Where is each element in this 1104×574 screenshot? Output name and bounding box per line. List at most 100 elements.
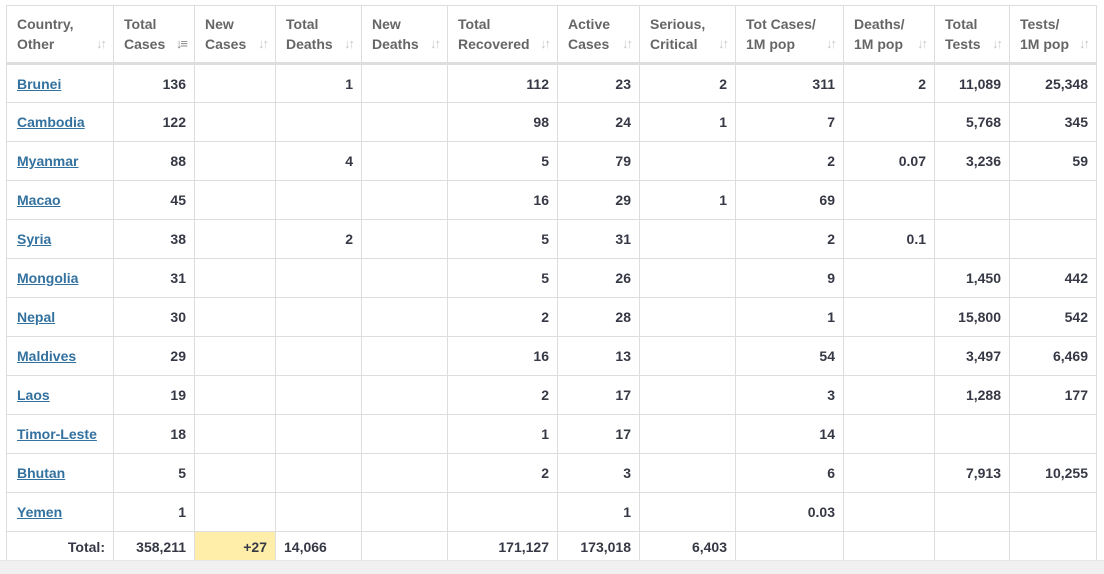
table-row: Maldives 29 16 13 54 3,497 6,469 [6, 336, 1097, 376]
sort-icon[interactable]: ↓↑ [258, 34, 269, 54]
sort-icon[interactable]: ↓↑ [622, 34, 633, 54]
column-header-serious[interactable]: Serious, Critical ↓↑ [639, 5, 736, 64]
cell-total_deaths [275, 492, 362, 532]
sort-icon[interactable]: ↓↑ [992, 34, 1003, 54]
cell-cases_per_m: 0.03 [735, 492, 844, 532]
cell-country: Nepal [6, 297, 114, 337]
cell-new_deaths [361, 63, 448, 103]
total-total_cases: 358,211 [113, 531, 195, 562]
country-link[interactable]: Mongolia [17, 270, 78, 286]
country-link[interactable]: Myanmar [17, 153, 78, 169]
cell-total_deaths [275, 453, 362, 493]
cell-total_deaths: 4 [275, 141, 362, 181]
cell-tests_per_m: 442 [1009, 258, 1097, 298]
column-header-active_cases[interactable]: Active Cases ↓↑ [557, 5, 640, 64]
cell-total_tests: 3,497 [934, 336, 1010, 376]
cell-total_recovered: 5 [447, 219, 558, 259]
cell-cases_per_m: 1 [735, 297, 844, 337]
sort-icon[interactable]: ↓↑ [826, 34, 837, 54]
sort-icon[interactable]: ↓↑ [540, 34, 551, 54]
country-link[interactable]: Maldives [17, 348, 76, 364]
cell-cases_per_m: 311 [735, 63, 844, 103]
cell-deaths_per_m [843, 414, 935, 454]
column-header-cases_per_m[interactable]: Tot Cases/ 1M pop ↓↑ [735, 5, 844, 64]
cell-total_deaths [275, 102, 362, 142]
sort-icon[interactable]: ↓↑ [718, 34, 729, 54]
column-header-label: Total Recovered [458, 16, 530, 52]
cell-country: Laos [6, 375, 114, 415]
total-new_deaths [361, 531, 448, 562]
column-header-deaths_per_m[interactable]: Deaths/ 1M pop ↓↑ [843, 5, 935, 64]
table-row: Cambodia 122 98 24 1 7 5,768 345 [6, 102, 1097, 142]
column-header-total_tests[interactable]: Total Tests ↓↑ [934, 5, 1010, 64]
horizontal-scrollbar[interactable] [0, 560, 1104, 574]
cell-tests_per_m [1009, 219, 1097, 259]
cell-new_cases [194, 141, 276, 181]
table-row: Nepal 30 2 28 1 15,800 542 [6, 297, 1097, 337]
cell-new_deaths [361, 336, 448, 376]
cell-deaths_per_m [843, 492, 935, 532]
cell-country: Mongolia [6, 258, 114, 298]
cell-active_cases: 23 [557, 63, 640, 103]
sort-icon[interactable]: ↓↑ [1079, 34, 1090, 54]
cell-new_deaths [361, 180, 448, 220]
cell-active_cases: 28 [557, 297, 640, 337]
country-link[interactable]: Cambodia [17, 114, 85, 130]
cell-total_cases: 5 [113, 453, 195, 493]
cell-serious: 2 [639, 63, 736, 103]
sort-icon[interactable]: ↓↑ [96, 34, 107, 54]
cell-country: Yemen [6, 492, 114, 532]
column-header-label: Active Cases [568, 16, 611, 52]
cell-new_cases [194, 180, 276, 220]
cell-cases_per_m: 69 [735, 180, 844, 220]
sort-icon[interactable]: ↓↑ [344, 34, 355, 54]
cell-cases_per_m: 2 [735, 141, 844, 181]
cell-deaths_per_m [843, 375, 935, 415]
sort-descending-icon[interactable]: ↓≡ [176, 34, 188, 54]
cell-total_tests: 1,450 [934, 258, 1010, 298]
cell-total_cases: 1 [113, 492, 195, 532]
cell-total_cases: 45 [113, 180, 195, 220]
cell-new_deaths [361, 297, 448, 337]
cell-active_cases: 1 [557, 492, 640, 532]
country-link[interactable]: Laos [17, 387, 50, 403]
cell-tests_per_m: 345 [1009, 102, 1097, 142]
cell-total_deaths [275, 414, 362, 454]
cell-country: Bhutan [6, 453, 114, 493]
country-link[interactable]: Macao [17, 192, 61, 208]
cell-tests_per_m: 177 [1009, 375, 1097, 415]
cell-new_deaths [361, 219, 448, 259]
cell-country: Timor-Leste [6, 414, 114, 454]
country-link[interactable]: Syria [17, 231, 51, 247]
sort-icon[interactable]: ↓↑ [917, 34, 928, 54]
cell-active_cases: 17 [557, 414, 640, 454]
page: Country, Other ↓↑ Total Cases ↓≡ New Cases ↓↑… [0, 0, 1104, 574]
country-link[interactable]: Brunei [17, 76, 61, 92]
cell-total_recovered: 2 [447, 375, 558, 415]
column-header-new_deaths[interactable]: New Deaths ↓↑ [361, 5, 448, 64]
cell-total_recovered: 1 [447, 414, 558, 454]
column-header-total_cases[interactable]: Total Cases ↓≡ [113, 5, 195, 64]
cell-active_cases: 13 [557, 336, 640, 376]
column-header-label: New Cases [205, 16, 247, 52]
column-header-country[interactable]: Country, Other ↓↑ [6, 5, 114, 64]
column-header-tests_per_m[interactable]: Tests/ 1M pop ↓↑ [1009, 5, 1097, 64]
total-cases_per_m [735, 531, 844, 562]
country-link[interactable]: Bhutan [17, 465, 65, 481]
cell-new_cases [194, 219, 276, 259]
cell-new_cases [194, 375, 276, 415]
column-header-total_deaths[interactable]: Total Deaths ↓↑ [275, 5, 362, 64]
cell-new_cases [194, 102, 276, 142]
cell-serious [639, 414, 736, 454]
country-link[interactable]: Yemen [17, 504, 62, 520]
column-header-content: New Cases ↓↑ [205, 14, 269, 54]
cell-deaths_per_m [843, 453, 935, 493]
country-link[interactable]: Timor-Leste [17, 426, 97, 442]
country-link[interactable]: Nepal [17, 309, 55, 325]
column-header-new_cases[interactable]: New Cases ↓↑ [194, 5, 276, 64]
cell-total_recovered [447, 492, 558, 532]
column-header-total_recovered[interactable]: Total Recovered ↓↑ [447, 5, 558, 64]
sort-icon[interactable]: ↓↑ [430, 34, 441, 54]
cell-serious: 1 [639, 180, 736, 220]
table-row: Timor-Leste 18 1 17 14 [6, 414, 1097, 454]
